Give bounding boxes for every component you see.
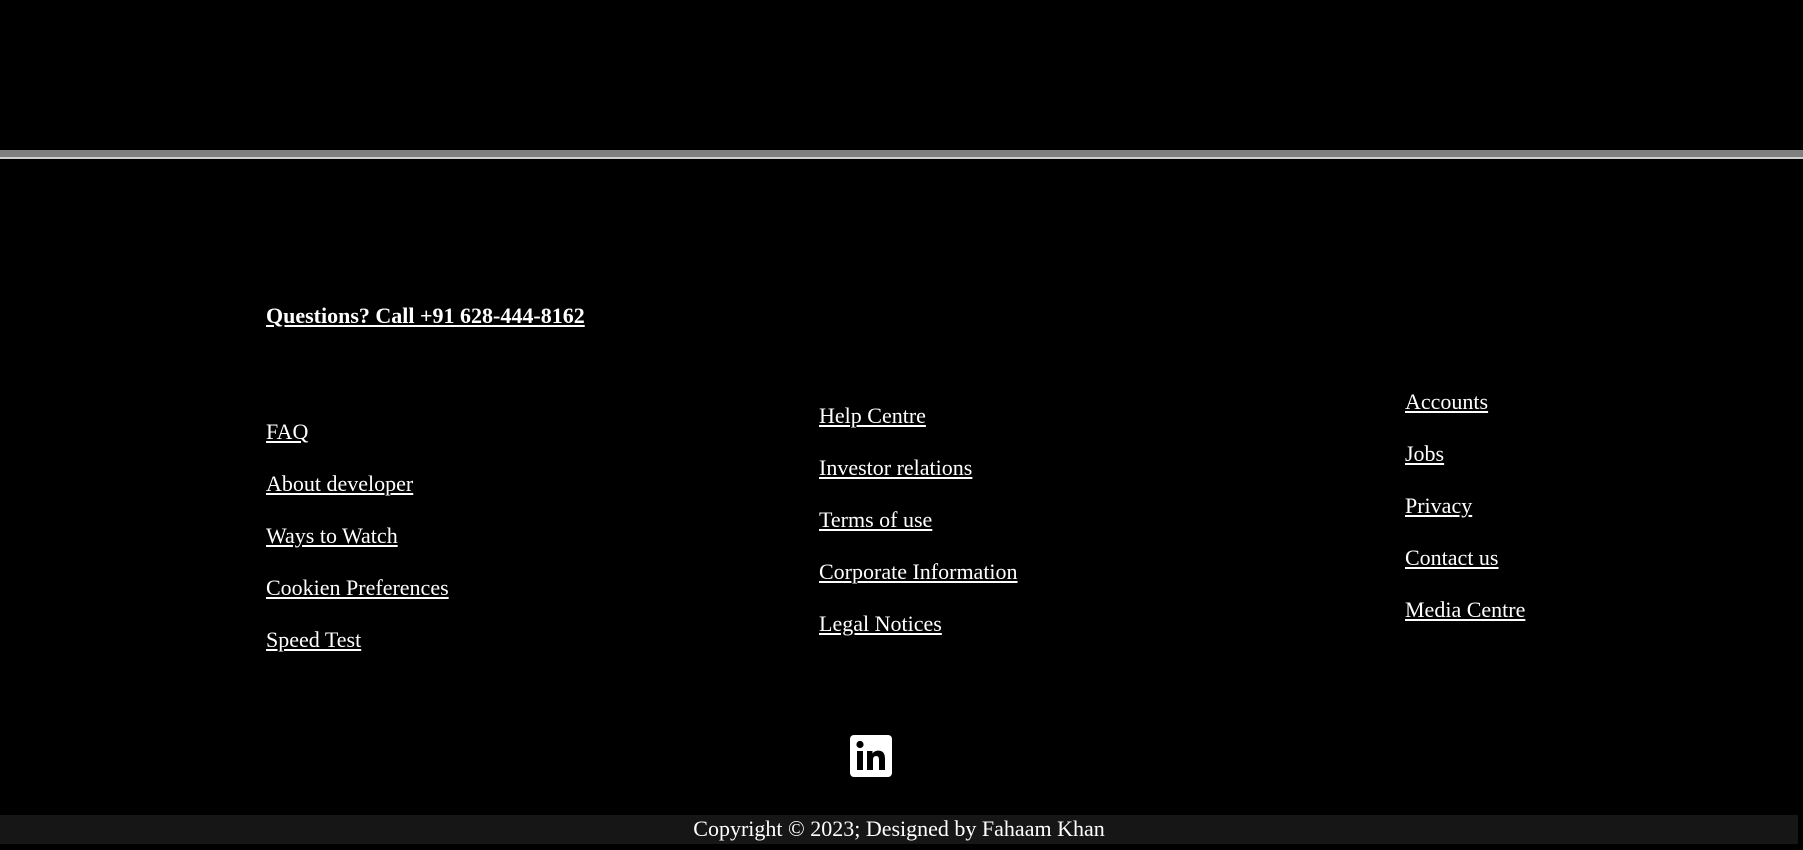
footer-link-media-centre[interactable]: Media Centre: [1405, 596, 1525, 624]
questions-phone-link[interactable]: Questions? Call +91 628-444-8162: [266, 302, 585, 330]
footer-link-jobs[interactable]: Jobs: [1405, 440, 1444, 468]
footer-link-terms-of-use[interactable]: Terms of use: [819, 506, 932, 534]
footer-link-corporate-information[interactable]: Corporate Information: [819, 558, 1018, 586]
footer-link-accounts[interactable]: Accounts: [1405, 388, 1488, 416]
footer-link-speed-test[interactable]: Speed Test: [266, 626, 361, 654]
footer-link-contact-us[interactable]: Contact us: [1405, 544, 1499, 572]
copyright-text: Copyright © 2023; Designed by Fahaam Kha…: [693, 816, 1105, 841]
footer-link-ways-to-watch[interactable]: Ways to Watch: [266, 522, 398, 550]
footer-link-about-developer[interactable]: About developer: [266, 470, 413, 498]
footer-link-investor-relations[interactable]: Investor relations: [819, 454, 972, 482]
copyright-bar: Copyright © 2023; Designed by Fahaam Kha…: [0, 815, 1798, 844]
footer-link-privacy[interactable]: Privacy: [1405, 492, 1472, 520]
footer-links-column-1: FAQ About developer Ways to Watch Cookie…: [266, 418, 449, 678]
page: Questions? Call +91 628-444-8162 FAQ Abo…: [0, 0, 1803, 850]
footer-link-help-centre[interactable]: Help Centre: [819, 402, 926, 430]
footer-link-legal-notices[interactable]: Legal Notices: [819, 610, 942, 638]
linkedin-icon[interactable]: [850, 735, 892, 777]
section-divider: [0, 150, 1803, 159]
footer-link-faq[interactable]: FAQ: [266, 418, 308, 446]
footer-link-cookie-preferences[interactable]: Cookien Preferences: [266, 574, 449, 602]
footer-links-column-2: Help Centre Investor relations Terms of …: [819, 402, 1018, 662]
footer-links-column-3: Accounts Jobs Privacy Contact us Media C…: [1405, 388, 1525, 648]
